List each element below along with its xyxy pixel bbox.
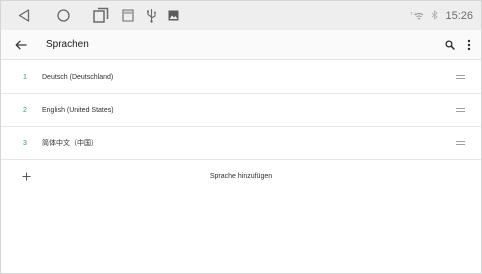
status-indicators: ↑↓ 15:26 — [410, 1, 473, 30]
nav-back-icon[interactable] — [14, 5, 34, 25]
app-bar: Sprachen — [1, 30, 481, 60]
search-icon[interactable] — [443, 38, 457, 52]
language-label: 简体中文（中国） — [42, 140, 98, 147]
language-item-chinese[interactable]: 3 简体中文（中国） — [1, 127, 481, 160]
language-list: 1 Deutsch (Deutschland) 2 English (Unite… — [1, 61, 481, 193]
status-time: 15:26 — [445, 9, 473, 22]
language-number: 2 — [23, 107, 27, 114]
language-label: English (United States) — [42, 107, 114, 114]
drag-handle-icon[interactable] — [456, 108, 465, 113]
language-item-deutsch[interactable]: 1 Deutsch (Deutschland) — [1, 61, 481, 94]
arrow-back-icon[interactable] — [13, 37, 29, 53]
more-vert-icon[interactable] — [463, 37, 475, 53]
nav-recents-icon[interactable] — [91, 5, 111, 25]
language-label: Deutsch (Deutschland) — [42, 74, 114, 81]
drag-handle-icon[interactable] — [456, 75, 465, 80]
nav-home-icon[interactable] — [53, 5, 73, 25]
usb-icon — [141, 5, 161, 25]
screen: ↑↓ 15:26 Sprachen 1 Deutsch (Deutschland… — [0, 0, 482, 274]
sd-card-icon — [118, 5, 138, 25]
wifi-icon: ↑↓ — [410, 7, 424, 25]
language-number: 1 — [23, 74, 27, 81]
add-language-label: Sprache hinzufügen — [209, 173, 273, 180]
language-item-english[interactable]: 2 English (United States) — [1, 94, 481, 127]
language-number: 3 — [23, 140, 27, 147]
image-icon — [163, 5, 183, 25]
drag-handle-icon[interactable] — [456, 141, 465, 146]
svg-text:↑↓: ↑↓ — [410, 11, 417, 16]
page-title: Sprachen — [46, 39, 89, 50]
status-bar: ↑↓ 15:26 — [1, 1, 481, 30]
bluetooth-icon — [431, 9, 439, 22]
add-language-button[interactable]: Sprache hinzufügen — [1, 160, 481, 193]
